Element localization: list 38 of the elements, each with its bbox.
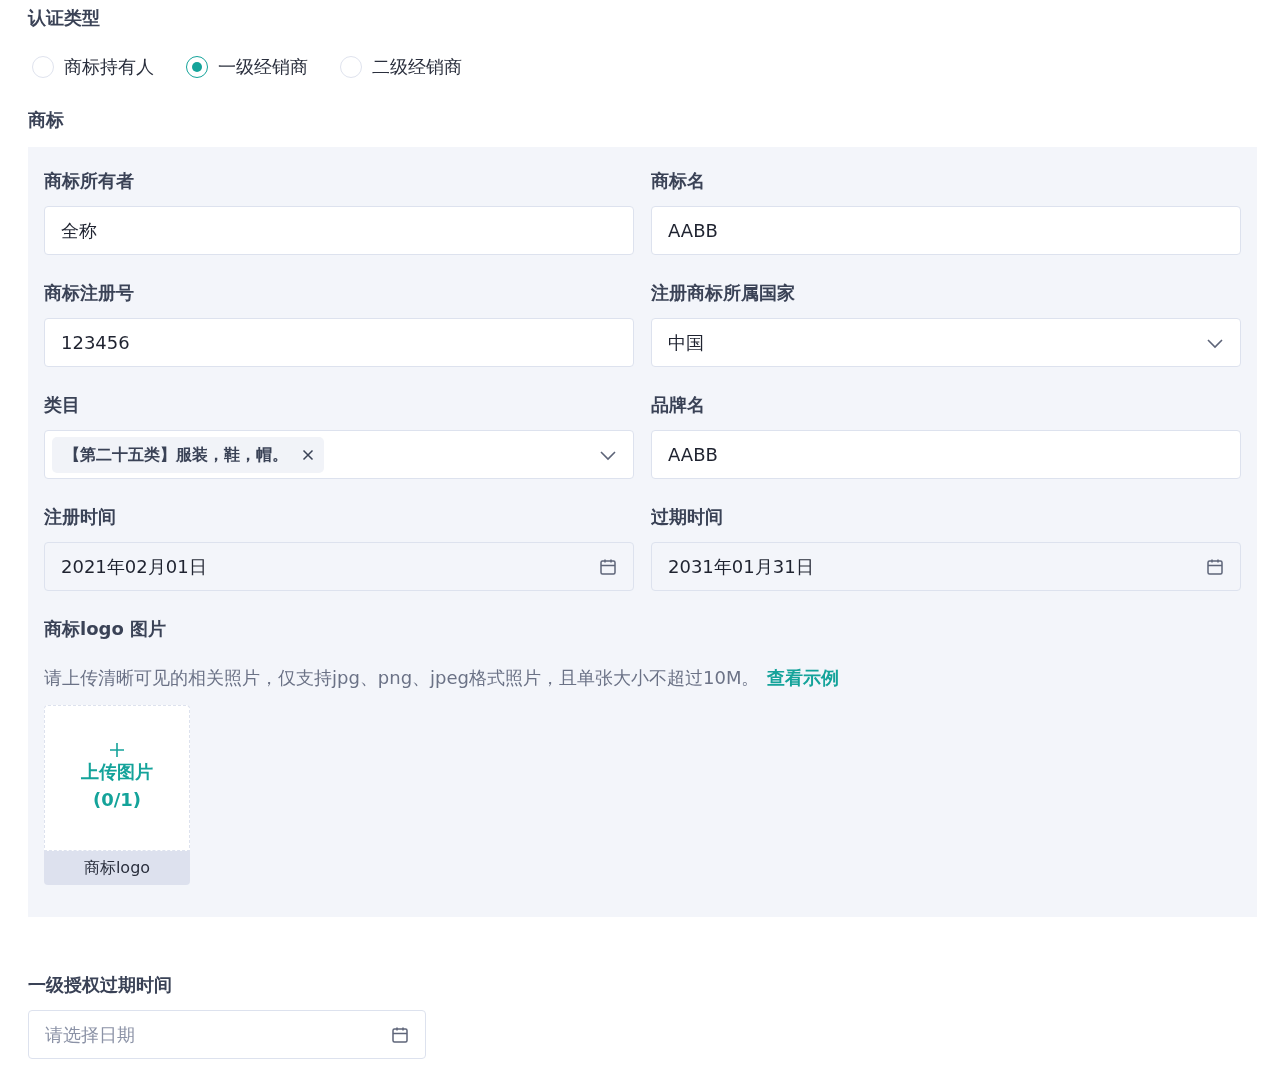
- section-title: 认证类型: [28, 6, 101, 30]
- upload-label: 上传图片: [81, 760, 153, 785]
- radio-label[interactable]: 一级经销商: [218, 53, 308, 80]
- calendar-icon: [391, 1025, 409, 1044]
- upload-caption: 商标logo: [44, 851, 190, 885]
- field-label: 商标所有者: [44, 169, 135, 193]
- calendar-icon: [599, 557, 617, 576]
- field-label: 商标logo 图片: [44, 617, 168, 641]
- plus-icon: [109, 742, 125, 759]
- field-label: 过期时间: [651, 505, 724, 529]
- field-label: 品牌名: [651, 393, 706, 417]
- date-value: 2031年01月31日: [668, 555, 814, 579]
- upload-count: (0/1): [92, 788, 142, 812]
- input-field[interactable]: AABB: [651, 206, 1241, 255]
- input-field[interactable]: 全称: [44, 206, 634, 255]
- chevron-down-icon: [1206, 336, 1224, 349]
- field-label: 注册商标所属国家: [651, 281, 796, 305]
- placeholder-text: 请选择日期: [45, 1023, 135, 1047]
- field-label: 商标名: [651, 169, 706, 193]
- input-field[interactable]: AABB: [651, 430, 1241, 479]
- tag-text: 【第二十五类】服装，鞋，帽。: [64, 443, 288, 466]
- chevron-down-icon: [599, 448, 617, 461]
- radio-label[interactable]: 商标持有人: [64, 53, 154, 80]
- radio-button[interactable]: [186, 55, 208, 78]
- field-label: 类目: [44, 393, 81, 417]
- select-field[interactable]: 中国: [651, 318, 1241, 367]
- close-icon[interactable]: [302, 448, 314, 461]
- select-field[interactable]: 【第二十五类】服装，鞋，帽。: [44, 430, 634, 479]
- field-label: 一级授权过期时间: [28, 973, 173, 997]
- field-label: 商标注册号: [44, 281, 135, 305]
- select-value: 中国: [668, 331, 704, 355]
- hint-text: 请上传清晰可见的相关照片，仅支持jpg、png、jpeg格式照片，且单张大小不超过10M。: [44, 667, 760, 688]
- date-value: 2021年02月01日: [61, 555, 207, 579]
- section-title: 商标: [28, 108, 65, 132]
- radio-label[interactable]: 二级经销商: [372, 53, 462, 80]
- field-label: 注册时间: [44, 505, 117, 529]
- calendar-icon: [1206, 557, 1224, 576]
- input-field[interactable]: 123456: [44, 318, 634, 367]
